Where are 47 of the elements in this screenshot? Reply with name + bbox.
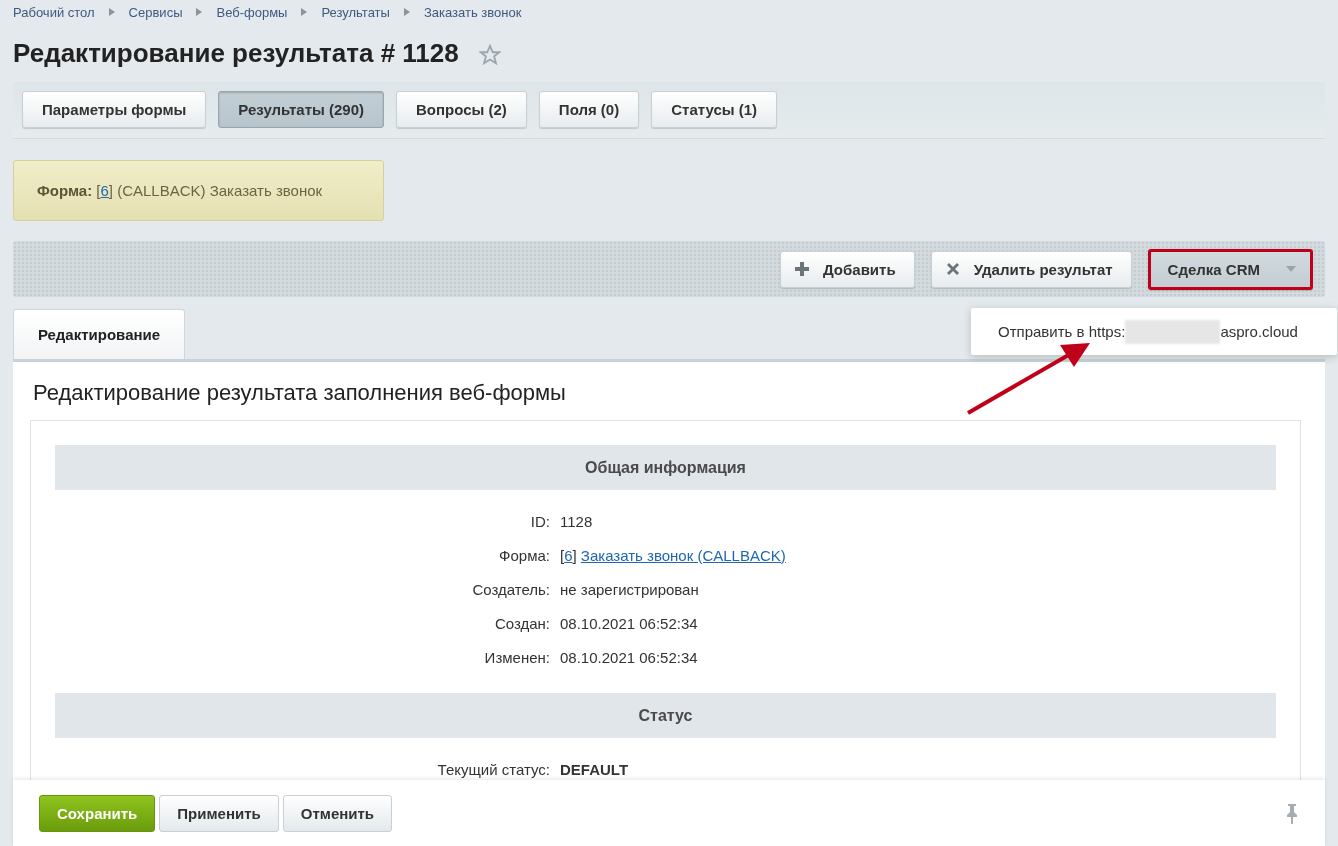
tab[interactable]: Вопросы (2) [396,91,527,128]
section-header: Общая информация [55,445,1276,490]
field-value: 08.10.2021 06:52:34 [560,648,699,666]
field-label: Создан: [493,614,550,632]
footer-button[interactable]: Отменить [282,794,393,832]
field-label: Изменен: [483,648,550,666]
add-button[interactable]: Добавить [780,250,915,288]
chevron-icon [196,8,203,16]
field-label: Текущий статус: [436,760,550,778]
breadcrumb-link[interactable]: Рабочий стол [13,4,95,20]
field-label: ID: [529,512,550,530]
delete-button[interactable]: Удалить результат [930,250,1132,288]
breadcrumb-link[interactable]: Веб-формы [216,4,288,20]
tab[interactable]: Поля (0) [538,91,640,128]
tab[interactable]: Результаты (290) [218,91,384,128]
dropdown-button[interactable]: Сделка CRM [1147,248,1313,290]
field-value: 1128 [560,512,594,530]
caret-icon [1286,266,1296,272]
field-value: не зарегистрирован [560,580,700,598]
page-title: Редактирование результата # 1128 [13,37,459,69]
menu-item-suffix[interactable]: aspro.cloud [1220,323,1298,340]
field-value: 08.10.2021 06:52:34 [560,614,699,632]
pin-icon[interactable] [1285,804,1299,824]
tab[interactable]: Редактирование [13,309,185,359]
breadcrumb-link[interactable]: Сервисы [128,4,183,20]
chevron-icon [403,8,410,16]
chevron-icon [301,8,308,16]
form-heading: Редактирование результата заполнения веб-формы [33,380,567,406]
close-icon [945,262,960,276]
star-icon[interactable] [478,44,501,66]
plus-icon [795,262,809,276]
field-value: DEFAULT [560,760,630,778]
field-label: Форма: [498,546,550,564]
tab[interactable]: Статусы (1) [651,91,778,128]
footer-button[interactable]: Применить [159,794,279,832]
section-header: Статус [55,693,1276,738]
link[interactable]: 6 [100,182,109,199]
link[interactable]: 6 [564,546,573,564]
link[interactable]: Заказать звонок (CALLBACK) [580,546,786,564]
breadcrumb-link[interactable]: Заказать звонок [423,4,522,20]
menu-item[interactable]: Отправить в https: [998,323,1126,340]
tab[interactable]: Параметры формы [22,91,207,128]
field-value: [6] Заказать звонок (CALLBACK) [560,546,787,564]
breadcrumb-link[interactable]: Результаты [321,4,390,20]
chevron-icon [108,8,115,16]
field-label: Создатель: [471,580,550,598]
note-text: Форма: [6] (CALLBACK) Заказать звонок [37,182,323,199]
